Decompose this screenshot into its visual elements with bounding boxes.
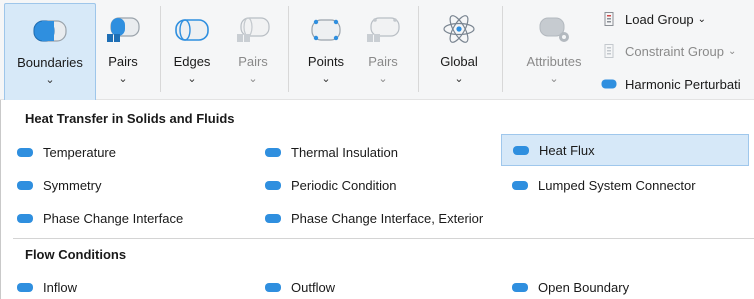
menu-item-temperature[interactable]: Temperature bbox=[15, 137, 116, 167]
harmonic-perturbation-button[interactable]: Harmonic Perturbati bbox=[601, 73, 741, 95]
menu-item-outflow[interactable]: Outflow bbox=[263, 272, 335, 299]
menu-item-label: Temperature bbox=[43, 144, 116, 160]
section-divider bbox=[13, 238, 754, 239]
pairs-button[interactable]: Pairs ⌄ bbox=[100, 3, 146, 98]
pairs-icon bbox=[107, 17, 140, 42]
menu-item-label: Thermal Insulation bbox=[291, 144, 398, 160]
boundary-condition-icon bbox=[17, 213, 33, 223]
menu-item-label: Phase Change Interface, Exterior bbox=[291, 210, 484, 226]
point-pairs-label: Pairs bbox=[368, 54, 398, 69]
constraint-group-button[interactable]: Constraint Group ⌄ bbox=[601, 40, 736, 62]
constraint-group-label: Constraint Group bbox=[625, 43, 724, 59]
section-title-heat-transfer: Heat Transfer in Solids and Fluids bbox=[25, 111, 235, 126]
edges-icon bbox=[175, 19, 209, 41]
edge-pairs-label: Pairs bbox=[238, 54, 268, 69]
boundary-condition-icon bbox=[17, 180, 33, 190]
menu-item-lumped-system-connector[interactable]: Lumped System Connector bbox=[510, 170, 696, 200]
boundary-condition-icon bbox=[265, 282, 281, 292]
edge-pairs-icon bbox=[237, 17, 270, 42]
chevron-down-icon: ⌄ bbox=[118, 73, 128, 85]
global-atom-icon bbox=[443, 15, 475, 43]
ribbon-separator bbox=[160, 6, 161, 92]
attributes-label: Attributes bbox=[526, 54, 582, 69]
chevron-down-icon: ⌄ bbox=[321, 73, 331, 85]
harmonic-perturbation-label: Harmonic Perturbati bbox=[625, 76, 741, 92]
menu-item-label: Open Boundary bbox=[538, 279, 630, 295]
edges-button[interactable]: Edges ⌄ bbox=[168, 3, 216, 98]
menu-item-label: Outflow bbox=[291, 279, 336, 295]
menu-item-heat-flux[interactable]: Heat Flux bbox=[501, 134, 749, 166]
menu-item-label: Inflow bbox=[43, 279, 77, 295]
attributes-button[interactable]: Attributes ⌄ bbox=[516, 3, 592, 98]
menu-item-label: Heat Flux bbox=[539, 142, 595, 158]
boundary-condition-icon bbox=[265, 213, 281, 223]
constraint-group-icon bbox=[604, 44, 614, 58]
chevron-down-icon: ⌄ bbox=[45, 74, 55, 86]
boundaries-icon bbox=[33, 20, 67, 42]
menu-item-label: Lumped System Connector bbox=[538, 177, 696, 193]
ribbon-toolbar: Boundaries ⌄ Pairs ⌄ Edges ⌄ Pairs ⌄ Poi… bbox=[0, 0, 754, 101]
boundary-condition-icon bbox=[265, 147, 281, 157]
boundaries-dropdown-menu: Heat Transfer in Solids and Fluids Tempe… bbox=[0, 100, 754, 299]
menu-item-symmetry[interactable]: Symmetry bbox=[15, 170, 102, 200]
points-button[interactable]: Points ⌄ bbox=[300, 3, 352, 98]
boundary-condition-icon bbox=[513, 145, 529, 155]
menu-item-label: Symmetry bbox=[43, 177, 102, 193]
menu-item-periodic-condition[interactable]: Periodic Condition bbox=[263, 170, 397, 200]
boundary-condition-icon bbox=[512, 282, 528, 292]
global-label: Global bbox=[440, 54, 478, 69]
load-group-label: Load Group bbox=[625, 11, 694, 27]
boundaries-label: Boundaries bbox=[17, 55, 83, 70]
harmonic-perturbation-icon bbox=[601, 79, 617, 89]
points-label: Points bbox=[307, 54, 345, 69]
boundary-condition-icon bbox=[265, 180, 281, 190]
boundary-condition-icon bbox=[512, 180, 528, 190]
point-pairs-button[interactable]: Pairs ⌄ bbox=[360, 3, 406, 98]
chevron-down-icon: ⌄ bbox=[187, 73, 197, 85]
ribbon-separator bbox=[502, 6, 503, 92]
attributes-icon bbox=[539, 17, 569, 42]
chevron-down-icon: ⌄ bbox=[454, 73, 464, 85]
chevron-down-icon: ⌄ bbox=[549, 73, 559, 85]
chevron-down-icon: ⌄ bbox=[728, 45, 737, 57]
section-title-flow-conditions: Flow Conditions bbox=[25, 247, 127, 262]
chevron-down-icon: ⌄ bbox=[697, 13, 707, 25]
load-group-icon bbox=[604, 12, 614, 26]
point-pairs-icon bbox=[367, 17, 400, 42]
edge-pairs-button[interactable]: Pairs ⌄ bbox=[230, 3, 276, 98]
menu-item-label: Phase Change Interface bbox=[43, 210, 184, 226]
pairs-label: Pairs bbox=[108, 54, 138, 69]
points-icon bbox=[311, 19, 341, 41]
ribbon-separator bbox=[288, 6, 289, 92]
boundary-condition-icon bbox=[17, 282, 33, 292]
boundaries-button[interactable]: Boundaries ⌄ bbox=[4, 3, 96, 101]
ribbon-separator bbox=[418, 6, 419, 92]
menu-item-phase-change-interface-exterior[interactable]: Phase Change Interface, Exterior bbox=[263, 203, 483, 233]
boundary-condition-icon bbox=[17, 147, 33, 157]
chevron-down-icon: ⌄ bbox=[248, 73, 258, 85]
menu-item-open-boundary[interactable]: Open Boundary bbox=[510, 272, 629, 299]
menu-item-inflow[interactable]: Inflow bbox=[15, 272, 77, 299]
global-button[interactable]: Global ⌄ bbox=[428, 3, 490, 98]
load-group-button[interactable]: Load Group ⌄ bbox=[601, 8, 706, 30]
chevron-down-icon: ⌄ bbox=[378, 73, 388, 85]
menu-item-phase-change-interface[interactable]: Phase Change Interface bbox=[15, 203, 183, 233]
edges-label: Edges bbox=[173, 54, 211, 69]
menu-item-label: Periodic Condition bbox=[291, 177, 397, 193]
menu-item-thermal-insulation[interactable]: Thermal Insulation bbox=[263, 137, 398, 167]
